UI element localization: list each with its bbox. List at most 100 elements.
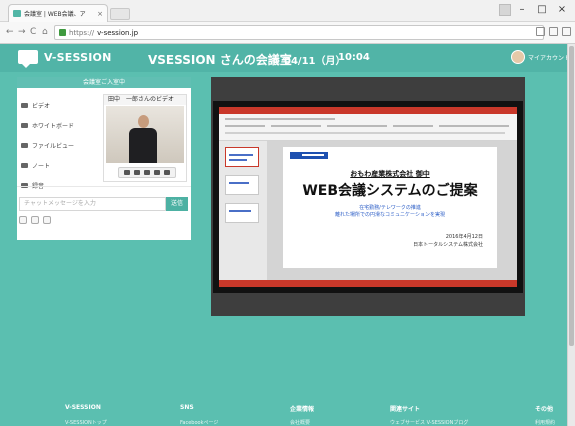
slide-presenter: 日本トータルシステム株式会社 [413,242,483,248]
slide-company: おもわ産業株式会社 御中 [350,170,430,178]
reload-icon[interactable]: C [30,26,36,38]
settings-icon[interactable] [164,170,170,175]
note-icon [21,162,28,168]
cast-icon[interactable] [536,27,545,36]
chat-send-button[interactable]: 送信 [166,197,188,211]
my-account-link[interactable]: マイアカウント [528,53,570,62]
slide-thumbnail[interactable] [225,203,259,223]
ribbon-tabs [225,118,335,120]
menu-item-label: ビデオ [32,102,51,110]
camera-toggle-icon[interactable] [124,170,130,175]
screen-icon[interactable] [154,170,160,175]
menu-item-video[interactable]: ビデオ [21,95,101,115]
powerpoint-window: おもわ産業株式会社 御中 WEB会議システムのご提案 在宅勤務/テレワークの推進… [219,107,517,287]
slide-canvas: おもわ産業株式会社 御中 WEB会議システムのご提案 在宅勤務/テレワークの推進… [267,141,517,287]
menu-item-file-viewer[interactable]: ファイルビュー [21,135,101,155]
ribbon-group [393,125,433,127]
menu-item-label: ノート [32,162,51,170]
footer-link[interactable]: 利用規約 [535,419,555,426]
profile-icon[interactable] [499,4,511,16]
browser-tab[interactable]: 会議室 | WEB会議、ア × [8,4,108,22]
footer-link[interactable]: ウェブサービス V-SESSIONブログ [390,419,468,426]
panel-title: 会議室ご入室中 [17,77,191,88]
menu-item-label: ホワイトボード [32,122,75,130]
slide-subtitle-line: 在宅勤務/テレワークの推進 [359,205,421,211]
emoji-icon[interactable] [43,216,51,224]
close-tab-icon[interactable]: × [97,10,103,18]
ribbon-group [271,125,321,127]
url-input[interactable]: https:// v-session.jp [54,25,544,40]
new-tab-button[interactable] [110,8,130,20]
ppt-title-bar [219,107,517,114]
image-icon[interactable] [31,216,39,224]
whiteboard-icon [21,122,28,128]
slide-date: 2016年4月12日 [445,234,483,240]
slide-logo [290,152,328,159]
mic-icon[interactable] [134,170,140,175]
avatar[interactable] [511,50,525,64]
slide-thumbnails [219,141,267,287]
shared-screen: おもわ産業株式会社 御中 WEB会議システムのご提案 在宅勤務/テレワークの推進… [213,101,523,293]
app-header: V-SESSION VSESSION さんの会議室 04/11（月） 10:04… [0,44,575,72]
person-body [129,128,157,163]
ribbon-group [225,125,265,127]
favicon-icon [13,10,21,17]
footer-link[interactable]: 会社概要 [290,419,310,426]
menu-item-label: ファイルビュー [32,142,75,150]
url-scheme: https:// [69,28,95,37]
file-icon [21,142,28,148]
slide-thumbnail[interactable] [225,147,259,167]
home-icon[interactable]: ⌂ [42,26,48,38]
app-logo[interactable]: V-SESSION [44,51,112,64]
page-scrollbar[interactable] [567,44,575,426]
window-controls: – □ × [499,2,571,18]
chat-tools [19,216,51,224]
room-time: 10:04 [338,52,370,63]
slide-thumbnail[interactable] [225,175,259,195]
browser-titlebar: 会議室 | WEB会議、ア × – □ × [0,0,575,22]
forward-icon[interactable]: → [18,26,26,38]
thumb-line [229,210,251,212]
video-icon [21,102,28,108]
room-date: 04/11（月） [284,56,346,67]
close-window-button[interactable]: × [553,2,571,18]
minimize-button[interactable]: – [513,2,531,18]
address-bar: ← → C ⌂ https:// v-session.jp [0,22,575,44]
video-controls [118,167,176,178]
speaker-icon[interactable] [144,170,150,175]
left-panel: 会議室ご入室中 ビデオ ホワイトボード ファイルビュー ノート 録音 田中 一郎… [17,77,191,240]
url-host: v-session.jp [97,28,139,37]
scrollbar-thumb[interactable] [569,46,574,346]
lock-icon [59,29,66,36]
browser-toolbar-icons [536,27,571,36]
ppt-status-bar [219,280,517,287]
presentation-viewer: おもわ産業株式会社 御中 WEB会議システムのご提案 在宅勤務/テレワークの推進… [211,77,525,316]
back-icon[interactable]: ← [6,26,14,38]
menu-item-note[interactable]: ノート [21,155,101,175]
footer-heading: 関連サイト [390,406,421,413]
menu-item-record[interactable]: 録音 [21,175,101,195]
ribbon-group [327,125,387,127]
footer-link[interactable]: Facebookページ [180,419,218,426]
chat-input[interactable]: チャットメッセージを入力 [19,197,166,211]
extension-icon[interactable] [549,27,558,36]
thumb-line [229,159,247,161]
maximize-button[interactable]: □ [533,2,551,18]
footer: V-SESSION SNS 企業情報 関連サイト その他 V-SESSIONトッ… [0,400,575,426]
webcam-video [106,106,184,163]
menu-item-whiteboard[interactable]: ホワイトボード [21,115,101,135]
menu-item-label: 録音 [32,181,44,190]
logo-icon [18,50,38,68]
menu-icon[interactable] [562,27,571,36]
ribbon-group [225,132,505,134]
video-panel: 田中 一郎さんのビデオ [103,94,187,182]
tab-title: 会議室 | WEB会議、ア [24,11,86,18]
footer-heading: その他 [535,406,554,413]
attach-icon[interactable] [19,216,27,224]
ppt-ribbon [219,114,517,141]
footer-link[interactable]: V-SESSIONトップ [65,419,107,426]
ribbon-group [439,125,509,127]
divider [17,186,191,187]
thumb-line [229,182,249,184]
slide-subtitle: 在宅勤務/テレワークの推進 離れた場所での円滑なコミュニケーションを実現 [283,205,497,219]
